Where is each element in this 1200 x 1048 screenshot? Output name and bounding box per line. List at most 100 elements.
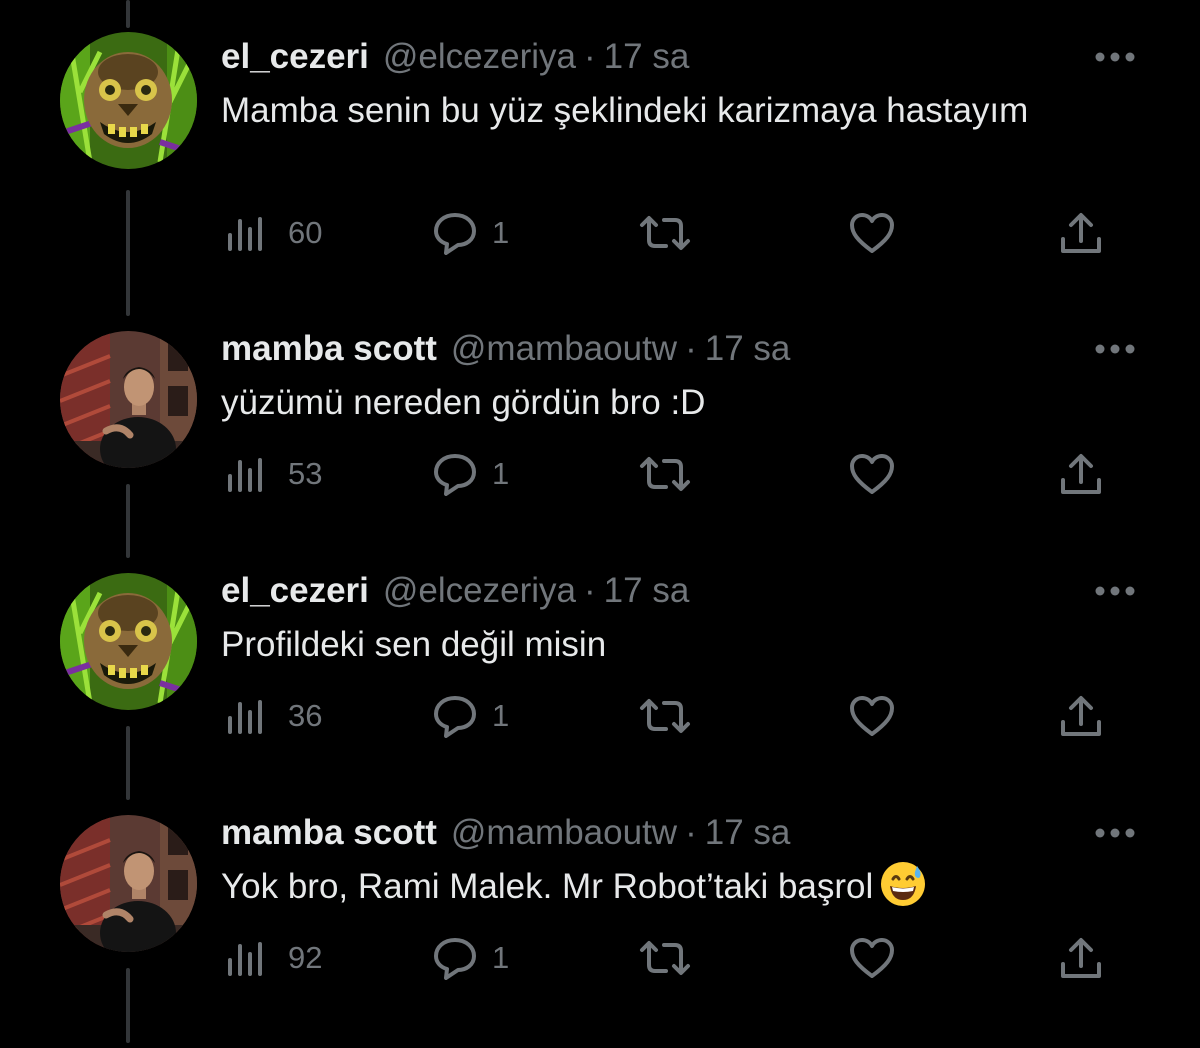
retweet-button[interactable] xyxy=(638,691,692,741)
views-count: 92 xyxy=(288,940,323,975)
reply-button[interactable]: 1 xyxy=(432,449,509,499)
more-options-button[interactable] xyxy=(1093,50,1137,64)
share-button[interactable] xyxy=(1059,933,1103,983)
tweet-text: yüzümü nereden gördün bro :D xyxy=(221,376,1121,430)
retweet-icon xyxy=(640,699,690,733)
retweet-icon xyxy=(640,941,690,975)
tweet-text-content: Mamba senin bu yüz şeklindeki karizmaya … xyxy=(221,91,1029,130)
display-name[interactable]: el_cezeri xyxy=(221,571,369,610)
reply-bubble-icon xyxy=(434,696,476,738)
heart-icon xyxy=(850,213,894,253)
avatar-image-mask-art xyxy=(60,32,197,169)
like-button[interactable] xyxy=(849,933,895,983)
retweet-icon xyxy=(640,457,690,491)
reply-count: 1 xyxy=(492,940,510,975)
reply-count: 1 xyxy=(492,215,510,250)
tweet-text-content: Yok bro, Rami Malek. Mr Robot’taki başro… xyxy=(221,867,874,906)
like-button[interactable] xyxy=(849,208,895,258)
display-name[interactable]: mamba scott xyxy=(221,329,437,368)
reply-bubble-icon xyxy=(434,938,476,980)
views-bar-chart-icon xyxy=(228,700,262,734)
reply-bubble-icon xyxy=(434,213,476,255)
timestamp[interactable]: 17 sa xyxy=(604,571,690,610)
more-dots-icon xyxy=(1095,586,1135,596)
share-upload-icon xyxy=(1061,696,1101,736)
more-dots-icon xyxy=(1095,344,1135,354)
more-dots-icon xyxy=(1095,52,1135,62)
more-dots-icon xyxy=(1095,828,1135,838)
views-count: 60 xyxy=(288,215,323,250)
more-options-button[interactable] xyxy=(1093,584,1137,598)
tweet-header: el_cezeri @elcezeriya · 17 sa xyxy=(221,32,689,82)
timestamp[interactable]: 17 sa xyxy=(705,329,791,368)
avatar-image-mask-art xyxy=(60,573,197,710)
reply-bubble-icon xyxy=(434,454,476,496)
separator-dot: · xyxy=(584,571,596,610)
tweet-header: mamba scott @mambaoutw · 17 sa xyxy=(221,324,790,374)
avatar-image-photo xyxy=(60,331,197,468)
heart-icon xyxy=(850,454,894,494)
display-name[interactable]: mamba scott xyxy=(221,813,437,852)
share-button[interactable] xyxy=(1059,208,1103,258)
tweet[interactable]: el_cezeri @elcezeriya · 17 sa Mamba senin b… xyxy=(0,32,1200,272)
avatar[interactable] xyxy=(60,573,197,710)
retweet-button[interactable] xyxy=(638,449,692,499)
display-name[interactable]: el_cezeri xyxy=(221,37,369,76)
views-bar-chart-icon xyxy=(228,217,262,251)
user-handle[interactable]: @mambaoutw xyxy=(451,329,677,368)
views-button[interactable]: 53 xyxy=(226,449,322,499)
retweet-button[interactable] xyxy=(638,208,692,258)
views-button[interactable]: 92 xyxy=(226,933,322,983)
timestamp[interactable]: 17 sa xyxy=(604,37,690,76)
avatar[interactable] xyxy=(60,815,197,952)
more-options-button[interactable] xyxy=(1093,342,1137,356)
reply-count: 1 xyxy=(492,456,510,491)
like-button[interactable] xyxy=(849,449,895,499)
separator-dot: · xyxy=(685,813,697,852)
views-count: 53 xyxy=(288,456,323,491)
avatar[interactable] xyxy=(60,32,197,169)
share-upload-icon xyxy=(1061,213,1101,253)
share-button[interactable] xyxy=(1059,691,1103,741)
tweet-header: el_cezeri @elcezeriya · 17 sa xyxy=(221,566,689,616)
action-bar: 53 1 xyxy=(0,449,1200,499)
action-bar: 92 1 xyxy=(0,933,1200,983)
more-options-button[interactable] xyxy=(1093,826,1137,840)
tweet-text: Mamba senin bu yüz şeklindeki karizmaya … xyxy=(221,84,1121,138)
views-count: 36 xyxy=(288,698,323,733)
views-bar-chart-icon xyxy=(228,458,262,492)
retweet-icon xyxy=(640,216,690,250)
heart-icon xyxy=(850,938,894,978)
retweet-button[interactable] xyxy=(638,933,692,983)
action-bar: 36 1 xyxy=(0,691,1200,741)
views-button[interactable]: 60 xyxy=(226,208,322,258)
user-handle[interactable]: @elcezeriya xyxy=(383,571,576,610)
grinning-face-with-sweat-emoji xyxy=(881,862,926,906)
reply-count: 1 xyxy=(492,698,510,733)
separator-dot: · xyxy=(584,37,596,76)
share-upload-icon xyxy=(1061,454,1101,494)
tweet[interactable]: mamba scott @mambaoutw · 17 sa Yok bro, Ram… xyxy=(0,808,1200,1048)
thread-line xyxy=(126,0,130,28)
separator-dot: · xyxy=(685,329,697,368)
views-button[interactable]: 36 xyxy=(226,691,322,741)
like-button[interactable] xyxy=(849,691,895,741)
avatar[interactable] xyxy=(60,331,197,468)
timestamp[interactable]: 17 sa xyxy=(705,813,791,852)
share-upload-icon xyxy=(1061,938,1101,978)
tweet[interactable]: el_cezeri @elcezeriya · 17 sa Profildeki se… xyxy=(0,566,1200,806)
avatar-image-photo xyxy=(60,815,197,952)
tweet-text-content: Profildeki sen değil misin xyxy=(221,625,607,664)
tweet-text-content: yüzümü nereden gördün bro :D xyxy=(221,383,706,422)
reply-button[interactable]: 1 xyxy=(432,208,509,258)
heart-icon xyxy=(850,696,894,736)
reply-button[interactable]: 1 xyxy=(432,933,509,983)
tweet[interactable]: mamba scott @mambaoutw · 17 sa yüzümü nered… xyxy=(0,324,1200,564)
reply-button[interactable]: 1 xyxy=(432,691,509,741)
user-handle[interactable]: @elcezeriya xyxy=(383,37,576,76)
user-handle[interactable]: @mambaoutw xyxy=(451,813,677,852)
tweet-header: mamba scott @mambaoutw · 17 sa xyxy=(221,808,790,858)
views-bar-chart-icon xyxy=(228,942,262,976)
share-button[interactable] xyxy=(1059,449,1103,499)
tweet-text: Yok bro, Rami Malek. Mr Robot’taki başro… xyxy=(221,860,1121,914)
